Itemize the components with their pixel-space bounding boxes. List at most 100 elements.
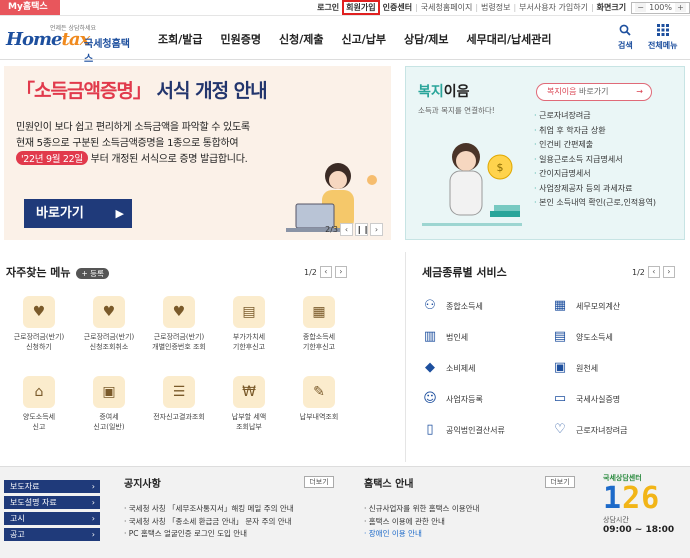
press-explanation-button[interactable]: 보도설명 자료 ›: [4, 496, 100, 509]
hometax-more-button[interactable]: 더보기: [545, 476, 575, 488]
transfer-document-icon: ▤: [553, 329, 567, 344]
tax-service-item[interactable]: ♡ 근로자녀장려금: [552, 422, 627, 438]
banner-text-line3: '22년 9월 22일 부터 개정된 서식으로 증명 발급합니다.: [16, 150, 248, 165]
all-menu-button[interactable]: 전체메뉴: [648, 24, 677, 51]
dept-user-signup-link[interactable]: 부서사용자 가입하기: [516, 2, 591, 13]
tax-service-next-button[interactable]: ›: [662, 266, 675, 278]
chevron-right-icon: ▶: [115, 207, 124, 220]
tax-service-item[interactable]: ☺ 사업자등록: [422, 391, 483, 407]
law-info-link[interactable]: 법령정보: [478, 2, 513, 13]
money-bag-icon: ₩: [233, 376, 265, 408]
nts-homepage-link[interactable]: 국세청홈페이지: [418, 2, 476, 13]
call-center-hours-label: 상담시간: [603, 516, 629, 524]
welfare-link-item[interactable]: 간이지급명세서: [534, 168, 656, 183]
notice-item[interactable]: 국세청 사칭 「종소세 환급금 안내」 문자 주의 안내: [124, 516, 294, 529]
welfare-link-item[interactable]: 인건비 간편제출: [534, 139, 656, 154]
diamond-icon: ◆: [425, 360, 435, 375]
press-release-button[interactable]: 보도자료 ›: [4, 480, 100, 493]
freq-menu-item[interactable]: ▤ 부가가치세 기한후신고: [218, 296, 280, 352]
signup-link[interactable]: 회원가입: [342, 0, 380, 15]
zoom-out-button[interactable]: −: [635, 3, 647, 12]
tax-service-pager: 1/2 ‹ ›: [632, 266, 675, 278]
tax-service-prev-button[interactable]: ‹: [647, 266, 660, 278]
freq-menu-item[interactable]: ▣ 증여세 신고(일반): [78, 376, 140, 432]
person-icon: ☺: [423, 391, 437, 406]
freq-menu-item[interactable]: ♥ 근로장려금(반기) 개별인증번호 조회: [148, 296, 210, 352]
nav-consult-tip[interactable]: 상담/제보: [404, 31, 449, 47]
hometax-info-item[interactable]: 신규사업자를 위한 홈택스 이용안내: [364, 503, 480, 516]
frequent-menu-title: 자주찾는 메뉴: [6, 266, 71, 279]
tax-service-page-indicator: 1/2: [632, 267, 645, 277]
certificate-icon: ▭: [553, 391, 567, 406]
cert-center-link[interactable]: 인증센터: [380, 2, 415, 13]
notification-button[interactable]: 고시 ›: [4, 512, 100, 525]
nav-application-submit[interactable]: 신청/제출: [279, 31, 324, 47]
hometax-info-item[interactable]: 장애인 이용 안내: [364, 528, 479, 541]
tax-service-item[interactable]: ◆ 소비제세: [422, 360, 475, 376]
welfare-link-box: 복지이음 소득과 복지를 연결하다! 복지이음 바로가기 → $ 근로자녀장려금…: [405, 66, 685, 240]
welfare-link-item[interactable]: 일용근로소득 지급명세서: [534, 154, 656, 169]
notice-more-button[interactable]: 더보기: [304, 476, 334, 488]
frequent-menu-pager: 1/2 ‹ ›: [304, 266, 347, 278]
frequent-menu-section: 자주찾는 메뉴 + 등록 1/2 ‹ › ♥ 근로장려금(반기) 신청하기 ♥ 근로장…: [4, 252, 358, 462]
call-center-info: 국세상담센터 126 상담시간 09:00 ~ 18:00: [603, 473, 687, 555]
calculator-icon: ▦: [553, 298, 567, 313]
register-button[interactable]: + 등록: [76, 268, 109, 279]
heart-money-icon: ♥: [163, 296, 195, 328]
banner-text-line1: 민원인이 보다 쉽고 편리하게 소득금액을 파악할 수 있도록: [16, 122, 250, 133]
tax-service-item[interactable]: ▭ 국세사실증명: [552, 391, 620, 407]
welfare-link-item[interactable]: 취업 후 학자금 상환: [534, 125, 656, 140]
search-icon: [618, 24, 633, 40]
notice-list: 국세청 사칭 「세무조사통지서」해킹 메일 주의 안내 국세청 사칭 「종소세 …: [124, 503, 294, 541]
tax-service-title: 세금종류별 서비스: [422, 266, 507, 279]
welfare-link-item[interactable]: 근로자녀장려금: [534, 110, 656, 125]
banner-go-label: 바로가기: [36, 206, 84, 221]
banner-pause-button[interactable]: ❙❙: [355, 223, 369, 236]
freq-menu-item[interactable]: ☰ 전자신고결과조회: [148, 376, 210, 422]
freq-menu-item[interactable]: ♥ 근로장려금(반기) 신청하기: [8, 296, 70, 352]
notice-item[interactable]: 국세청 사칭 「세무조사통지서」해킹 메일 주의 안내: [124, 503, 294, 516]
main-header: 언제든 상담하세요 Hometax 국세청홈택스 조회/발급 민원증명 신청/제…: [0, 16, 690, 65]
tax-service-item[interactable]: ▥ 법인세: [422, 329, 468, 345]
nav-tax-agent[interactable]: 세무대리/납세관리: [466, 31, 551, 47]
freq-menu-item[interactable]: ♥ 근로장려금(반기) 신청조회취소: [78, 296, 140, 352]
banner-pager: 2/3 ‹ ❙❙ ›: [325, 223, 383, 236]
welfare-go-button[interactable]: 복지이음 바로가기 →: [536, 83, 652, 101]
result-search-icon: ☰: [163, 376, 195, 408]
nav-report-payment[interactable]: 신고/납부: [341, 31, 386, 47]
hometax-info-item[interactable]: 홈택스 이용에 관한 안내: [364, 516, 479, 529]
frequent-next-button[interactable]: ›: [334, 266, 347, 278]
login-link[interactable]: 로그인: [314, 2, 342, 13]
search-button[interactable]: 검색: [618, 24, 633, 51]
clipboard-icon: ▯: [426, 422, 434, 437]
tax-service-item[interactable]: ▦ 세무모의계산: [552, 298, 620, 314]
banner-next-button[interactable]: ›: [370, 223, 383, 236]
house-icon: ⌂: [23, 376, 55, 408]
freq-menu-item[interactable]: ▦ 종합소득세 기한후신고: [288, 296, 350, 352]
tax-service-item[interactable]: ⚇ 종합소득세: [422, 298, 483, 314]
zoom-in-button[interactable]: +: [675, 3, 686, 12]
welfare-link-item[interactable]: 본인 소득내역 확인(근로,인적용역): [534, 197, 656, 212]
banner-prev-button[interactable]: ‹: [340, 223, 353, 236]
freq-menu-item[interactable]: ✎ 납부내역조회: [288, 376, 350, 422]
notice-item[interactable]: PC 홈택스 얼굴인증 로그인 도입 안내: [124, 528, 294, 541]
chevron-right-icon: ›: [91, 530, 95, 539]
nav-civil-certificate[interactable]: 민원증명: [221, 31, 261, 47]
public-notice-button[interactable]: 공고 ›: [4, 528, 100, 541]
chevron-right-icon: ›: [91, 498, 95, 507]
tax-service-item[interactable]: ▣ 원천세: [552, 360, 598, 376]
zoom-value: 100%: [649, 3, 672, 12]
hometax-logo[interactable]: 언제든 상담하세요 Hometax 국세청홈택스: [6, 23, 136, 65]
freq-menu-item[interactable]: ₩ 납부할 세액 조회납부: [218, 376, 280, 432]
my-hometax-tab[interactable]: My홈택스: [0, 0, 60, 15]
nav-inquiry-issue[interactable]: 조회/발급: [158, 31, 203, 47]
building-icon: ▥: [423, 329, 437, 344]
frequent-prev-button[interactable]: ‹: [319, 266, 332, 278]
tax-service-item[interactable]: ▤ 양도소득세: [552, 329, 613, 345]
welfare-subtitle: 소득과 복지를 연결하다!: [418, 106, 495, 115]
woman-money-illustration: $: [422, 143, 522, 226]
freq-menu-item[interactable]: ⌂ 양도소득세 신고: [8, 376, 70, 432]
tax-service-item[interactable]: ▯ 공익법인결산서류: [422, 422, 504, 438]
banner-go-button[interactable]: 바로가기 ▶: [24, 199, 132, 228]
welfare-link-item[interactable]: 사업장제공자 등의 과세자료: [534, 183, 656, 198]
